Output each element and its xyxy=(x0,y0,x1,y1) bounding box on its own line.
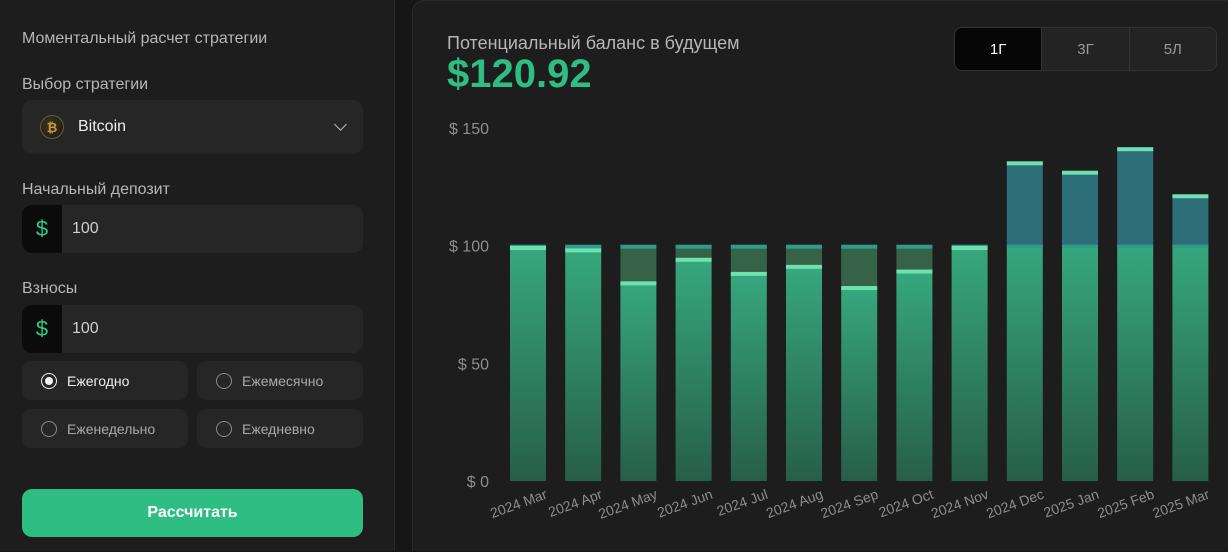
bar-value-cap xyxy=(565,248,602,253)
bar-value-cap xyxy=(951,246,988,251)
bar-value-cap xyxy=(730,271,767,276)
bar-gain xyxy=(1062,172,1098,246)
radio-unchecked-icon xyxy=(216,420,232,437)
bar xyxy=(675,259,712,481)
dollar-icon: $ xyxy=(22,305,62,353)
x-tick-label: 2024 Aug xyxy=(764,486,825,521)
radio-unchecked-icon xyxy=(41,420,57,437)
bar-baseline-cap xyxy=(896,244,933,249)
bar-value-cap xyxy=(1062,170,1098,175)
deposit-value: 100 xyxy=(72,220,99,237)
bar-gain xyxy=(1006,163,1043,246)
radio-yearly[interactable]: Ежегодно xyxy=(22,361,188,400)
bar-value-cap xyxy=(896,269,933,274)
bar xyxy=(1062,245,1098,481)
strategy-select-value: Bitcoin xyxy=(78,118,127,135)
x-tick-label: 2024 Sep xyxy=(818,486,880,522)
bar-value-cap xyxy=(1117,147,1154,152)
balance-chart: $ 0 $ 50 $ 100 $ 150 2024 Mar2024 Apr2024 Ma… xyxy=(449,121,1212,522)
bar-loss xyxy=(896,245,933,272)
strategy-label: Выбор стратегии xyxy=(22,76,149,93)
bar-loss xyxy=(786,245,822,267)
bar-loss xyxy=(730,245,767,274)
x-tick-label: 2024 Jun xyxy=(655,486,715,521)
y-tick-label: $ 0 xyxy=(467,474,489,491)
bar xyxy=(841,288,878,481)
bar-value-cap xyxy=(620,281,657,286)
bar-baseline-cap xyxy=(730,244,767,249)
radio-monthly[interactable]: Ежемесячно xyxy=(197,361,363,400)
dollar-icon: $ xyxy=(22,205,62,253)
bar-value-cap xyxy=(786,264,822,269)
bar-baseline-cap xyxy=(675,244,712,249)
deposit-field[interactable]: $ 100 xyxy=(22,205,363,253)
panel-title: Моментальный расчет стратегии xyxy=(22,30,268,47)
radio-monthly-label: Ежемесячно xyxy=(242,372,324,389)
calculate-button[interactable]: Рассчитать xyxy=(22,489,363,537)
bar-value-cap xyxy=(1172,194,1209,199)
chevron-down-icon xyxy=(334,118,347,131)
strategy-panel: Моментальный расчет стратегии Выбор стра… xyxy=(0,0,395,551)
bar-gain xyxy=(1172,196,1209,246)
bar-baseline-cap xyxy=(565,244,602,249)
bar-value-cap xyxy=(1006,161,1043,166)
x-tick-label: 2025 Mar xyxy=(1150,486,1211,521)
bar xyxy=(620,283,657,481)
x-tick-label: 2025 Feb xyxy=(1095,486,1156,521)
x-tick-label: 2024 Mar xyxy=(488,486,549,521)
bar xyxy=(1172,245,1209,481)
bar xyxy=(896,271,933,481)
results-panel: Потенциальный баланс в будущем $120.92 1… xyxy=(412,0,1228,551)
x-tick-label: 2024 Oct xyxy=(877,486,936,521)
contributions-label: Взносы xyxy=(22,280,78,297)
bar-baseline-cap xyxy=(786,244,822,249)
bar-baseline-cap xyxy=(620,244,657,249)
bar-value-cap xyxy=(841,286,878,291)
deposit-label: Начальный депозит xyxy=(22,181,170,198)
bar-loss xyxy=(620,245,657,284)
bar-baseline-cap xyxy=(1117,244,1154,248)
bar xyxy=(565,250,602,481)
bar xyxy=(730,273,767,481)
strategy-select[interactable]: ₿ Bitcoin xyxy=(22,100,363,154)
bar-value-cap xyxy=(510,246,546,251)
y-tick-label: $ 100 xyxy=(449,239,489,256)
x-tick-label: 2024 Jul xyxy=(715,486,770,519)
radio-weekly-label: Еженедельно xyxy=(67,420,156,437)
bar xyxy=(510,248,546,481)
radio-weekly[interactable]: Еженедельно xyxy=(22,409,188,448)
bar-baseline-cap xyxy=(1062,244,1098,248)
bar xyxy=(786,266,822,481)
radio-daily-label: Ежедневно xyxy=(242,420,315,437)
bar xyxy=(1117,245,1154,481)
bar xyxy=(1006,245,1043,481)
y-tick-label: $ 50 xyxy=(458,356,489,373)
radio-yearly-label: Ежегодно xyxy=(67,372,130,389)
bar-value-cap xyxy=(675,257,712,262)
radio-checked-icon xyxy=(41,372,57,389)
x-tick-label: 2024 May xyxy=(596,486,659,522)
bar-baseline-cap xyxy=(1006,244,1043,248)
bar xyxy=(951,248,988,481)
contributions-value: 100 xyxy=(72,320,99,337)
x-tick-label: 2024 Dec xyxy=(984,486,1046,522)
bar-gain xyxy=(1117,149,1154,246)
y-tick-label: $ 150 xyxy=(449,121,489,138)
x-tick-label: 2025 Jan xyxy=(1041,486,1101,521)
radio-unchecked-icon xyxy=(216,372,232,389)
contributions-field[interactable]: $ 100 xyxy=(22,305,363,353)
bar-baseline-cap xyxy=(1172,244,1209,248)
bar-baseline-cap xyxy=(841,244,878,249)
bar-loss xyxy=(841,245,878,289)
bitcoin-icon: ₿ xyxy=(40,115,64,139)
x-tick-label: 2024 Nov xyxy=(929,486,991,522)
radio-daily[interactable]: Ежедневно xyxy=(197,409,363,448)
x-tick-label: 2024 Apr xyxy=(546,486,604,520)
